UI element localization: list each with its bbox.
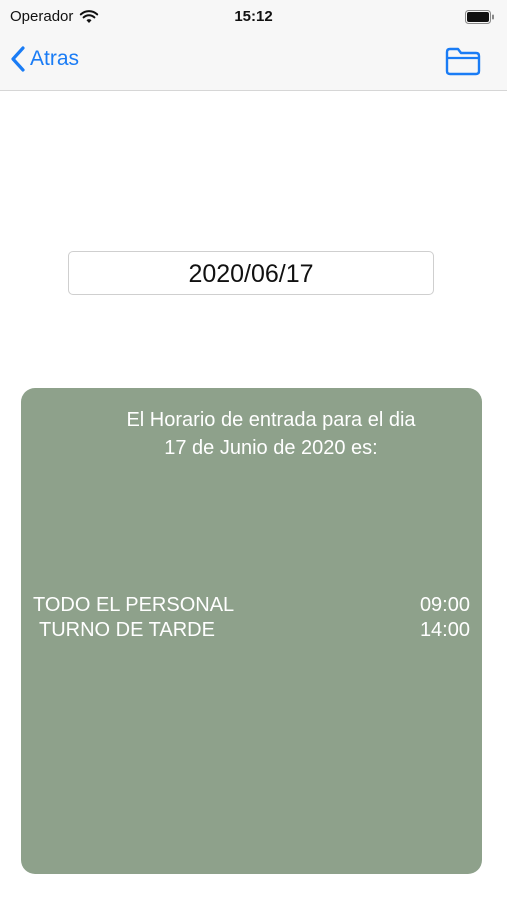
schedule-row: TODO EL PERSONAL 09:00 — [33, 594, 470, 617]
shift-name: TURNO DE TARDE — [39, 619, 215, 641]
shift-name: TODO EL PERSONAL — [33, 594, 235, 616]
navigation-bar: Atras — [0, 34, 507, 91]
date-field[interactable]: 2020/06/17 — [68, 251, 434, 295]
back-label: Atras — [30, 47, 80, 70]
back-button[interactable]: Atras — [10, 46, 79, 72]
battery-icon — [465, 10, 494, 24]
status-time: 15:12 — [234, 8, 273, 25]
status-bar: Operador 15:12 — [0, 0, 507, 34]
folder-icon[interactable] — [445, 46, 481, 76]
shift-time: 09:00 — [419, 594, 470, 616]
chevron-left-icon — [11, 46, 25, 72]
schedule-card: El Horario de entrada para el dia 17 de … — [21, 388, 482, 874]
schedule-row: TURNO DE TARDE 14:00 — [33, 619, 470, 642]
schedule-heading: El Horario de entrada para el dia 17 de … — [126, 409, 416, 459]
shift-time: 14:00 — [419, 619, 470, 641]
